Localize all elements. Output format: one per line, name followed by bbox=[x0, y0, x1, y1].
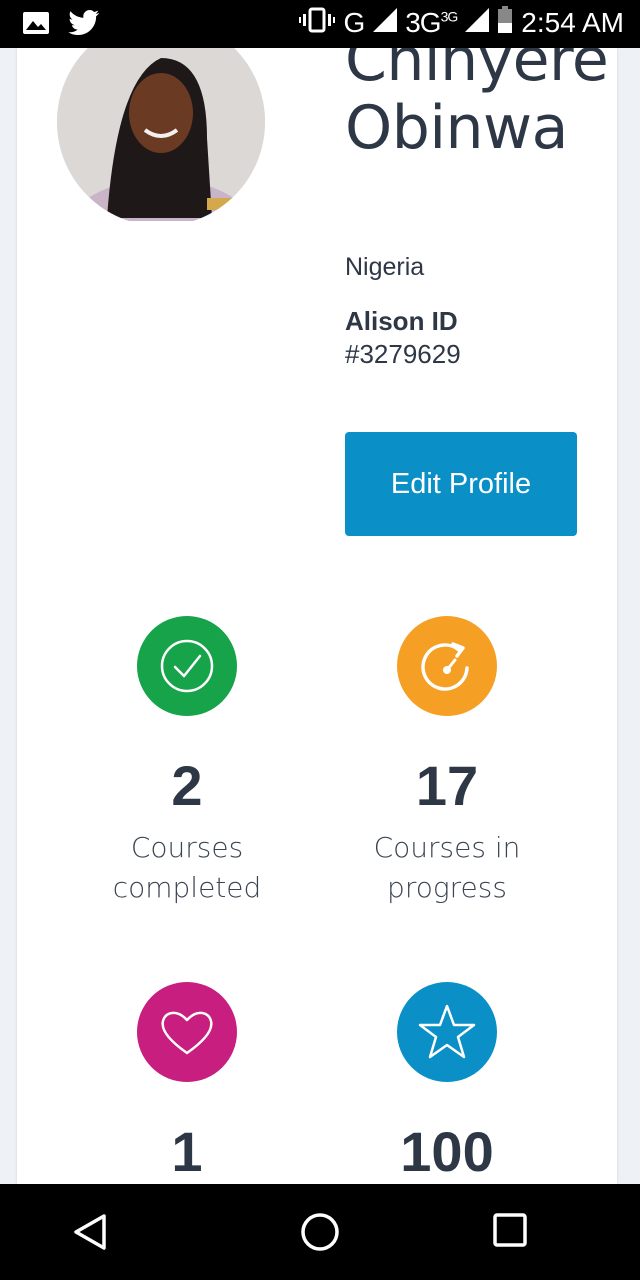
back-icon[interactable] bbox=[70, 1212, 110, 1252]
star-icon bbox=[397, 982, 497, 1082]
stat-value: 17 bbox=[415, 754, 479, 817]
alison-id-label: Alison ID bbox=[345, 306, 458, 336]
stat-likes: 1 bbox=[77, 982, 297, 1184]
clock: 2:54 AM bbox=[521, 6, 624, 38]
check-circle-icon bbox=[137, 616, 237, 716]
navigation-bar bbox=[0, 1184, 640, 1280]
twitter-icon bbox=[68, 10, 100, 41]
stat-value: 100 bbox=[400, 1120, 494, 1183]
vibrate-icon bbox=[299, 6, 336, 39]
network-g-label: G bbox=[343, 6, 366, 38]
recents-icon[interactable] bbox=[492, 1212, 532, 1252]
heart-icon bbox=[137, 982, 237, 1082]
edit-profile-label: Edit Profile bbox=[390, 467, 532, 500]
signal-icon bbox=[465, 8, 490, 37]
alison-id-value: #3279629 bbox=[345, 339, 461, 369]
stat-value: 1 bbox=[171, 1120, 203, 1183]
progress-dial-icon bbox=[397, 616, 497, 716]
profile-card: Chinyere Obinwa Nigeria Alison ID #32796… bbox=[17, 48, 617, 1184]
stat-points: 100 bbox=[337, 982, 557, 1184]
network-3g-label: 3G3G bbox=[405, 6, 458, 38]
edit-profile-button[interactable]: Edit Profile bbox=[345, 432, 577, 536]
signal-icon bbox=[373, 8, 398, 37]
stat-courses-completed: 2 Courses completed bbox=[77, 616, 297, 908]
profile-country: Nigeria bbox=[345, 253, 425, 281]
stat-courses-in-progress: 17 Courses in progress bbox=[337, 616, 557, 908]
battery-icon bbox=[497, 6, 513, 39]
home-icon[interactable] bbox=[300, 1212, 340, 1252]
avatar[interactable] bbox=[57, 48, 265, 226]
stat-label: Courses completed bbox=[112, 831, 262, 904]
image-icon bbox=[22, 11, 50, 40]
stat-label: Courses in progress bbox=[373, 831, 521, 904]
status-bar: G 3G3G 2:54 AM bbox=[0, 0, 640, 48]
stat-value: 2 bbox=[171, 754, 203, 817]
profile-name: Chinyere Obinwa bbox=[345, 48, 609, 163]
